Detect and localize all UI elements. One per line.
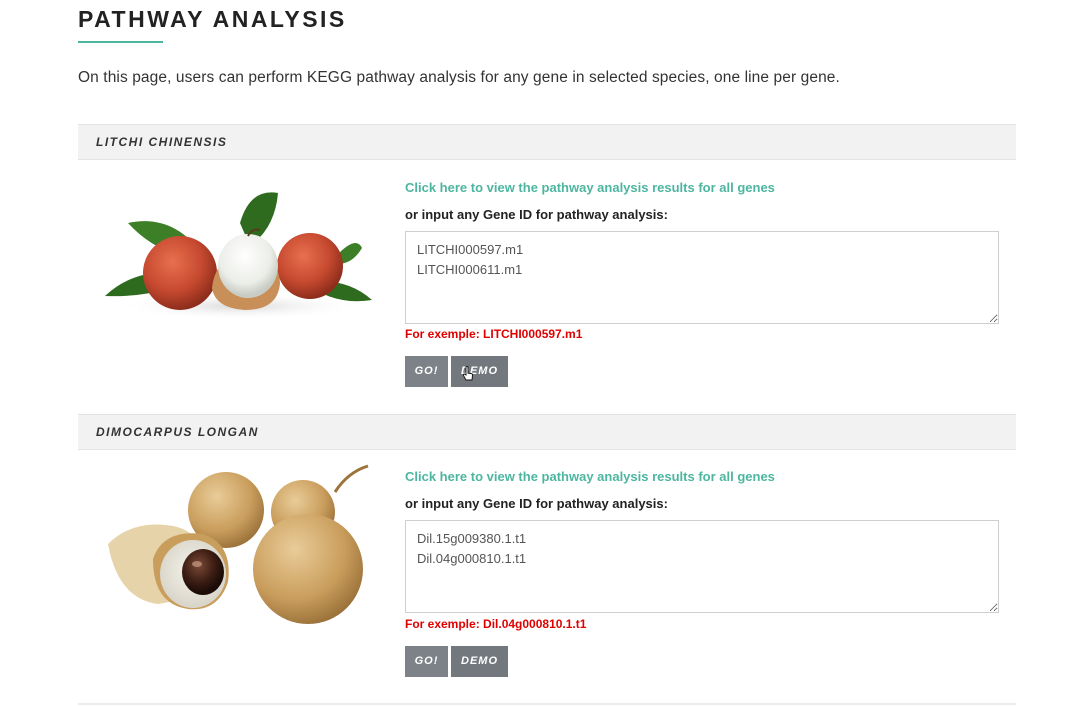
- title-underline: [78, 41, 163, 43]
- go-button[interactable]: GO!: [405, 356, 448, 387]
- page-title: PATHWAY ANALYSIS: [78, 6, 347, 32]
- gene-id-textarea[interactable]: [405, 231, 999, 324]
- species-header-litchi: LITCHI CHINENSIS: [78, 124, 1016, 159]
- gene-input-label: or input any Gene ID for pathway analysi…: [405, 496, 668, 511]
- litchi-fruit-image: [105, 192, 372, 320]
- section-divider: [78, 703, 1016, 705]
- demo-button[interactable]: DEMO: [451, 356, 508, 387]
- gene-example-text: For exemple: LITCHI000597.m1: [405, 327, 583, 341]
- gene-input-label: or input any Gene ID for pathway analysi…: [405, 207, 668, 222]
- gene-id-textarea[interactable]: [405, 520, 999, 613]
- view-all-results-link[interactable]: Click here to view the pathway analysis …: [405, 469, 775, 484]
- species-divider: [78, 449, 1016, 450]
- hand-cursor-icon: [462, 366, 473, 381]
- page-intro: On this page, users can perform KEGG pat…: [78, 69, 840, 86]
- species-divider: [78, 159, 1016, 160]
- species-header-longan: DIMOCARPUS LONGAN: [78, 414, 1016, 449]
- gene-example-text: For exemple: Dil.04g000810.1.t1: [405, 617, 587, 631]
- demo-button[interactable]: DEMO: [451, 646, 508, 677]
- longan-fruit-image: [108, 464, 369, 624]
- go-button[interactable]: GO!: [405, 646, 448, 677]
- view-all-results-link[interactable]: Click here to view the pathway analysis …: [405, 180, 775, 195]
